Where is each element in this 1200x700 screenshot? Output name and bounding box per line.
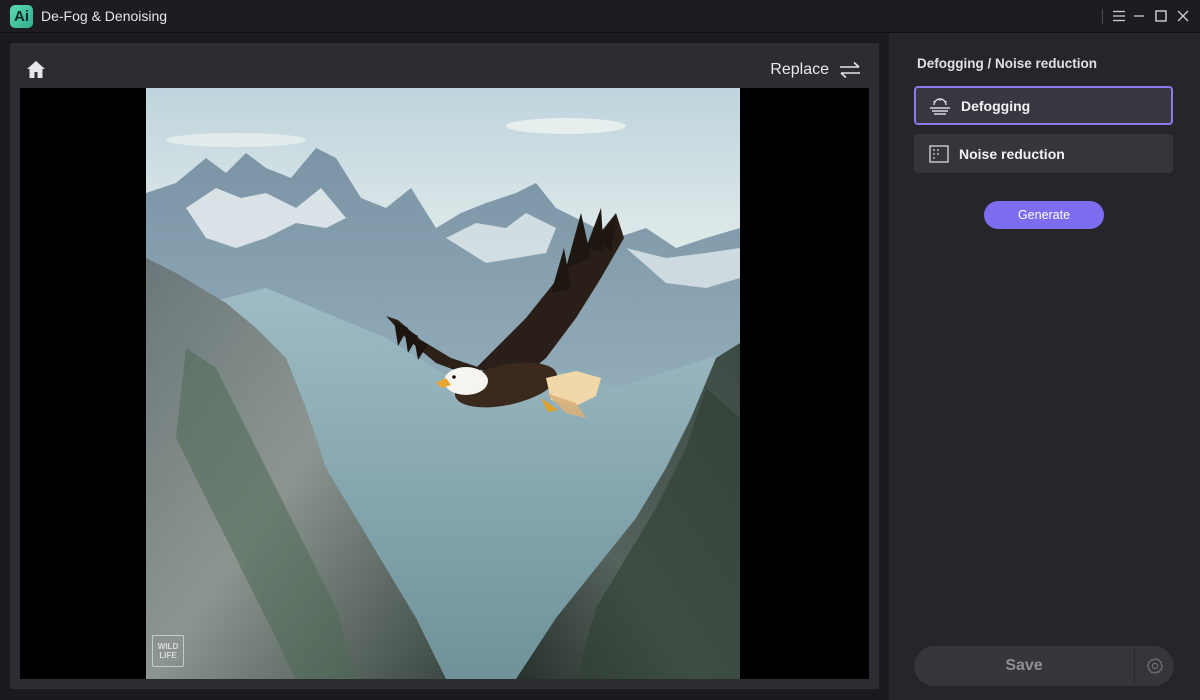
- eagle-photo: WILD LIFE: [146, 88, 740, 679]
- option-noise-reduction-label: Noise reduction: [959, 145, 1065, 162]
- option-defogging[interactable]: Defogging: [914, 86, 1173, 125]
- home-icon: [27, 60, 45, 78]
- noise-grid-icon: [929, 144, 949, 163]
- image-workspace: Replace WILD LIFE: [10, 43, 879, 689]
- save-settings-button[interactable]: [1135, 646, 1174, 686]
- settings-panel: Defogging / Noise reduction Defogging No…: [889, 33, 1200, 700]
- option-noise-reduction[interactable]: Noise reduction: [914, 134, 1173, 173]
- save-group: Save: [914, 646, 1174, 686]
- gear-icon: [1146, 657, 1163, 675]
- image-canvas[interactable]: WILD LIFE: [20, 88, 869, 679]
- close-icon[interactable]: [1172, 6, 1194, 26]
- swap-icon: [840, 61, 860, 79]
- app-logo-icon: Ai: [10, 5, 33, 28]
- generate-button[interactable]: Generate: [984, 201, 1104, 229]
- menu-icon[interactable]: [1108, 6, 1130, 26]
- title-bar: Ai De-Fog & Denoising: [0, 0, 1200, 33]
- home-button[interactable]: [24, 58, 48, 80]
- save-button[interactable]: Save: [914, 646, 1134, 686]
- minimize-icon[interactable]: [1128, 6, 1150, 26]
- panel-title: Defogging / Noise reduction: [917, 56, 1098, 71]
- maximize-icon[interactable]: [1150, 6, 1172, 26]
- watermark-logo: WILD LIFE: [152, 635, 184, 667]
- fog-icon: [930, 97, 950, 115]
- replace-button[interactable]: Replace: [770, 57, 861, 83]
- app-title: De-Fog & Denoising: [41, 8, 168, 24]
- title-separator: [1102, 9, 1103, 24]
- replace-label: Replace: [770, 61, 829, 78]
- option-defogging-label: Defogging: [961, 97, 1031, 114]
